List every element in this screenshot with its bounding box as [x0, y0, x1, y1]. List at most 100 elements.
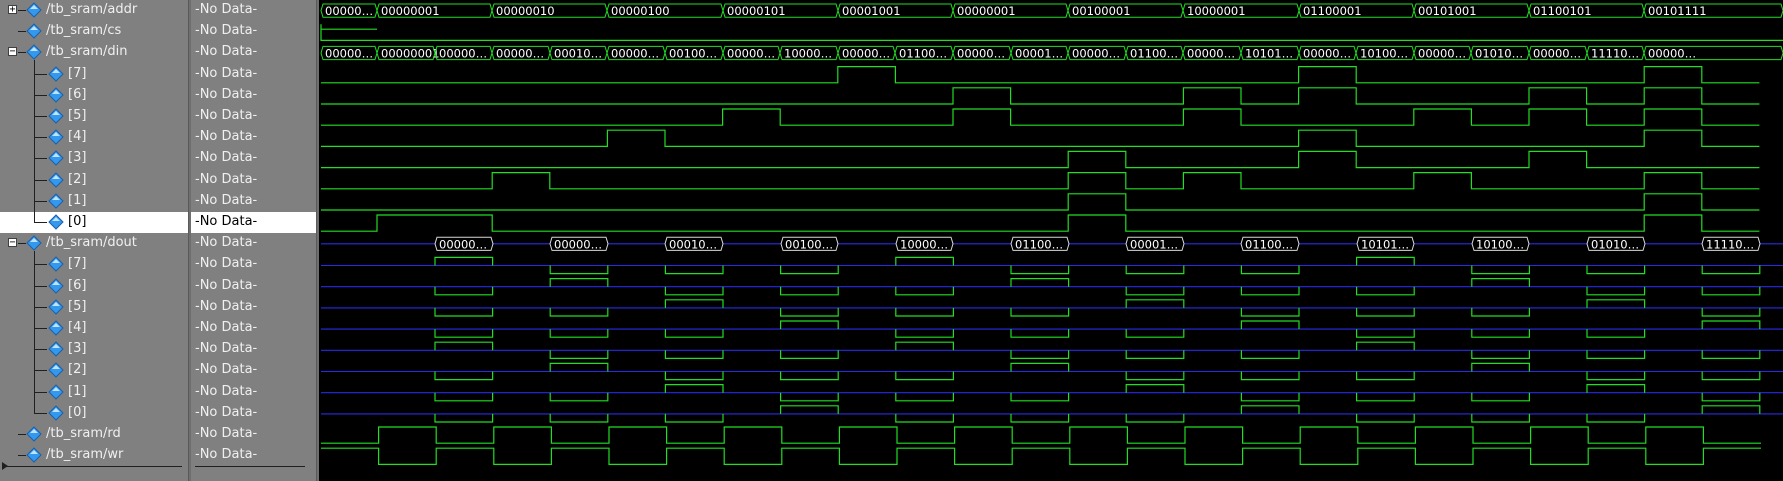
signal-value: -No Data-: [195, 383, 258, 399]
signal-value: -No Data-: [195, 298, 258, 314]
tree-connector: [34, 179, 47, 181]
signal-value-row[interactable]: -No Data-: [191, 64, 319, 85]
signal-row[interactable]: + /tb_sram/addr: [0, 0, 188, 21]
expand-icon[interactable]: +: [8, 5, 17, 15]
dout-bit-trace: [1010, 392, 1070, 402]
dout-bit-trace: [549, 362, 609, 372]
signal-row[interactable]: [6]: [0, 85, 188, 106]
dout-bit-trace: [1586, 299, 1646, 308]
signal-value-row[interactable]: -No Data-: [191, 360, 319, 381]
signal-row[interactable]: [2]: [0, 360, 188, 381]
signal-row[interactable]: [4]: [0, 318, 188, 339]
dout-bit-trace: [549, 413, 609, 423]
signal-value-row[interactable]: -No Data-: [191, 212, 319, 233]
tree-connector: [18, 52, 26, 54]
scroll-left-icon[interactable]: [2, 462, 8, 470]
signal-row[interactable]: [1]: [0, 191, 188, 212]
signal-value-row[interactable]: -No Data-: [191, 170, 319, 191]
signal-value-row[interactable]: -No Data-: [191, 445, 319, 466]
dout-bit-trace: [1240, 392, 1300, 402]
dout-bit-trace: [664, 286, 724, 296]
signal-row[interactable]: [6]: [0, 276, 188, 297]
signal-value-row[interactable]: -No Data-: [191, 191, 319, 212]
din-bus-label: 10100…: [1360, 47, 1408, 61]
signal-icon: [48, 87, 64, 103]
din-bus-label: 00000…: [1648, 47, 1696, 61]
signal-row[interactable]: [7]: [0, 64, 188, 85]
signal-value-row[interactable]: -No Data-: [191, 127, 319, 148]
signal-name: [5]: [68, 298, 87, 314]
signal-row[interactable]: /tb_sram/cs: [0, 21, 188, 42]
signal-value-row[interactable]: -No Data-: [191, 85, 319, 106]
signal-value: -No Data-: [195, 23, 258, 39]
dout-bit-trace: [1586, 350, 1646, 359]
signal-row[interactable]: [3]: [0, 148, 188, 169]
tree-connector: [18, 455, 26, 457]
signal-value-row[interactable]: -No Data-: [191, 403, 319, 424]
signal-name: [5]: [68, 108, 87, 123]
signal-value-row[interactable]: -No Data-: [191, 148, 319, 169]
signal-row[interactable]: /tb_sram/rd: [0, 424, 188, 445]
signal-value-row[interactable]: -No Data-: [191, 276, 319, 297]
signal-value-row[interactable]: -No Data-: [191, 254, 319, 275]
dout-bit-trace: [549, 265, 609, 275]
horizontal-scrollbar[interactable]: [4, 466, 182, 467]
din-bus-label: 00000…: [496, 47, 544, 61]
din-bus-label: 00001…: [1015, 47, 1063, 61]
horizontal-scrollbar[interactable]: [195, 466, 305, 467]
collapse-icon[interactable]: −: [8, 238, 17, 248]
signal-row[interactable]: [4]: [0, 127, 188, 148]
dout-bit-trace: [1586, 265, 1646, 275]
signal-name: /tb_sram/rd: [46, 426, 121, 441]
dout-bit-trace: [1240, 405, 1300, 414]
signal-icon: [48, 299, 64, 315]
signal-icon: [48, 362, 64, 379]
din-bus-label: 01010…: [1475, 47, 1523, 61]
signal-value-row[interactable]: -No Data-: [191, 0, 319, 21]
din-bus-label: 00000…: [1533, 47, 1581, 61]
signal-row[interactable]: − /tb_sram/dout: [0, 233, 188, 254]
collapse-icon[interactable]: −: [8, 47, 17, 57]
signal-value-row[interactable]: -No Data-: [191, 318, 319, 339]
signal-icon: [48, 256, 64, 273]
signal-row[interactable]: [1]: [0, 382, 188, 403]
signal-row[interactable]: [5]: [0, 297, 188, 318]
signal-row[interactable]: [5]: [0, 106, 188, 127]
signal-row[interactable]: [3]: [0, 339, 188, 360]
signal-row[interactable]: /tb_sram/wr: [0, 445, 188, 466]
dout-bit-trace: [1471, 362, 1530, 372]
dout-bit-trace: [1125, 371, 1185, 381]
signal-row[interactable]: [0]: [0, 212, 188, 233]
dout-bus-label: 10101…: [1361, 237, 1409, 251]
din-bus-label: 00010…: [554, 47, 602, 61]
dout-bit-trace: [1356, 329, 1415, 338]
din-bus-label: 00000…: [1418, 47, 1466, 61]
signal-row[interactable]: − /tb_sram/din: [0, 42, 188, 63]
signal-name: /tb_sram/din: [46, 44, 128, 60]
signal-value-row[interactable]: -No Data-: [191, 21, 319, 42]
dout-bit-trace: [1010, 362, 1070, 372]
signal-row[interactable]: [7]: [0, 254, 188, 275]
signal-row[interactable]: [2]: [0, 170, 188, 191]
signal-value-row[interactable]: -No Data-: [191, 233, 319, 254]
addr-bus-label: 00101001: [1418, 4, 1477, 18]
signal-value-row[interactable]: -No Data-: [191, 297, 319, 318]
dout-bit-trace: [1471, 329, 1530, 338]
signal-value: -No Data-: [195, 44, 258, 60]
signal-value-row[interactable]: -No Data-: [191, 42, 319, 63]
signal-values-pane: -No Data- -No Data- -No Data- -No Data- -No …: [191, 0, 319, 481]
signal-icon: [26, 23, 42, 39]
signal-value-row[interactable]: -No Data-: [191, 339, 319, 360]
waveform-canvas[interactable]: 00000… 00000001 00000010 00000100 00000101 00…: [319, 0, 1783, 481]
dout-bit-trace: [1586, 371, 1646, 381]
signal-value-row[interactable]: -No Data-: [191, 382, 319, 403]
dout-bit-trace: [1356, 392, 1415, 402]
waveform-pane[interactable]: 00000… 00000001 00000010 00000100 00000101 00…: [319, 0, 1783, 481]
dout-bit-trace: [549, 278, 609, 287]
dout-bit-trace: [780, 405, 839, 414]
signal-value-row[interactable]: -No Data-: [191, 106, 319, 127]
signal-row[interactable]: [0]: [0, 403, 188, 424]
dout-bit-trace: [664, 384, 724, 393]
signal-icon: [26, 426, 42, 442]
signal-value-row[interactable]: -No Data-: [191, 424, 319, 445]
